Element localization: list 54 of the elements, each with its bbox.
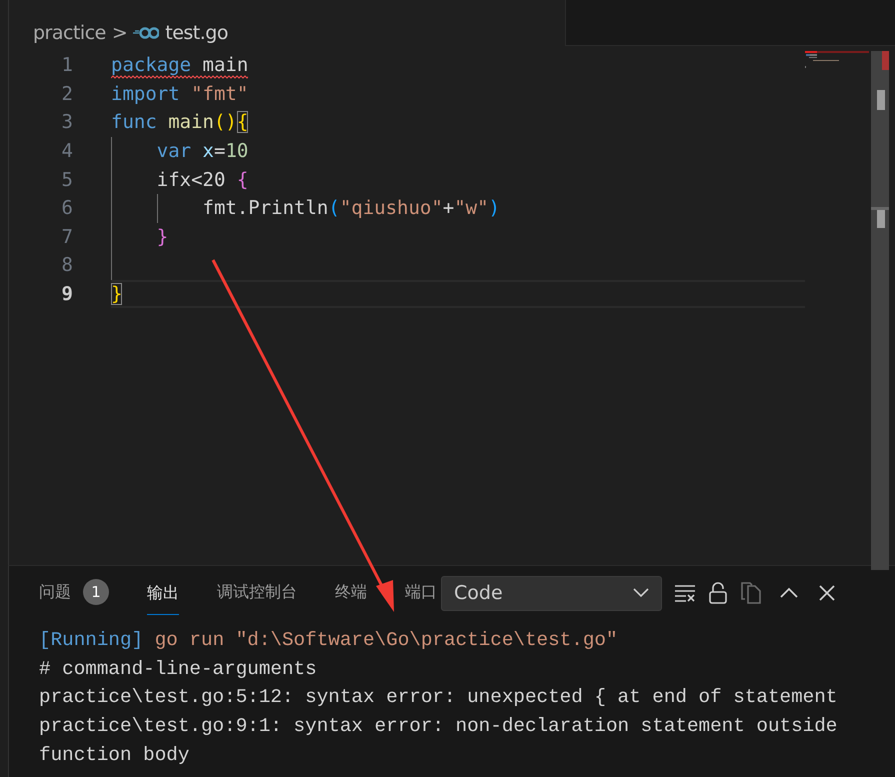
count-badge: 1: [83, 579, 109, 605]
code-token: func: [111, 111, 157, 134]
unlock-icon[interactable]: [708, 582, 728, 604]
line-number: 6: [60, 197, 73, 220]
breadcrumb-folder[interactable]: practice: [33, 22, 106, 44]
minimap-drawing: [805, 51, 869, 68]
chevron-down-icon: [633, 588, 649, 598]
line-number: 2: [60, 82, 73, 105]
chevron-up-icon[interactable]: [778, 586, 800, 600]
code-token: (: [328, 197, 340, 220]
code-token: import: [111, 82, 180, 105]
output-channel-select[interactable]: Code: [441, 576, 662, 610]
code-token: fmt.Println: [202, 197, 328, 220]
output-line: # command-line-arguments: [39, 656, 317, 682]
output-line: [Running] go run "d:\Software\Go\practice\test.go": [39, 628, 618, 653]
code-token: x: [202, 140, 214, 162]
code-token: "qiushuo": [340, 197, 443, 220]
panel-tab[interactable]: 输出: [139, 566, 187, 620]
code-token: =: [214, 140, 226, 162]
panel-tab[interactable]: 终端: [327, 566, 375, 620]
clear-output-icon[interactable]: [674, 584, 696, 602]
copy-icon[interactable]: [740, 582, 762, 604]
code-token: "w": [454, 197, 489, 220]
output-line: practice\test.go:9:1: syntax error: non-declaration statement outside: [39, 714, 838, 740]
line-number: 8: [60, 254, 73, 276]
panel-tab[interactable]: 调试控制台: [209, 566, 305, 620]
code-token: (): [214, 111, 237, 134]
code-token: package: [111, 54, 192, 76]
code-token: ifx<20: [156, 168, 226, 191]
code-token: 10: [225, 140, 248, 162]
code-token: {: [236, 111, 248, 134]
code-token: main: [202, 54, 248, 76]
code-token: {: [236, 168, 248, 191]
scrollbar[interactable]: [871, 51, 889, 570]
code-token: var: [156, 140, 192, 162]
line-number: 7: [60, 226, 73, 248]
code-token: "fmt": [190, 82, 248, 105]
code-token: +: [442, 197, 454, 220]
breadcrumb-file[interactable]: test.go: [165, 22, 228, 44]
line-number: 3: [60, 111, 73, 134]
line-number: 9: [60, 283, 73, 306]
code-token: ): [488, 197, 500, 220]
close-icon[interactable]: [818, 584, 836, 602]
panel-tab[interactable]: 问题 1: [31, 566, 117, 620]
code-token: main: [167, 111, 214, 134]
line-number: 4: [60, 140, 73, 162]
breadcrumb-separator: >: [112, 22, 128, 44]
code-token: }: [111, 283, 122, 306]
output-line: function body: [39, 742, 190, 768]
go-file-icon: [133, 27, 160, 39]
line-number: 1: [60, 54, 73, 76]
output-line: practice\test.go:5:12: syntax error: unexpected { at end of statement: [39, 685, 838, 710]
code-token: }: [156, 226, 168, 248]
line-number: 5: [60, 168, 73, 191]
